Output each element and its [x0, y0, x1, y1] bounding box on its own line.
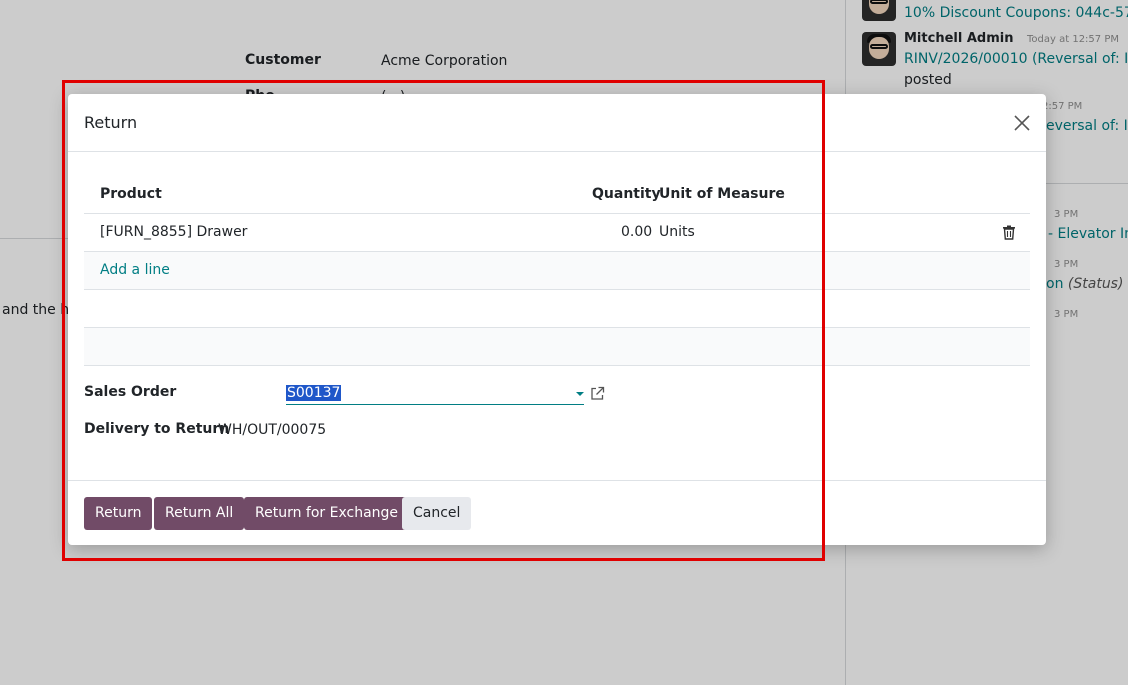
sales-order-value[interactable]: S00137 [286, 385, 342, 401]
quantity-cell[interactable]: 0.00 [621, 224, 652, 240]
product-cell[interactable]: [FURN_8855] Drawer [100, 224, 247, 240]
table-row[interactable]: [FURN_8855] Drawer 0.00 Units [84, 214, 1030, 252]
add-line-link[interactable]: Add a line [100, 262, 170, 278]
trash-icon[interactable] [1002, 225, 1016, 240]
chevron-down-icon[interactable] [576, 392, 584, 396]
column-header-product[interactable]: Product [100, 186, 162, 202]
modal-footer: Return Return All Return for Exchange Ca… [68, 480, 1046, 546]
return-all-button[interactable]: Return All [154, 497, 245, 530]
column-header-uom[interactable]: Unit of Measure [659, 186, 785, 202]
return-button[interactable]: Return [84, 497, 153, 530]
modal-title: Return [84, 113, 138, 132]
sales-order-label: Sales Order [84, 384, 177, 400]
return-dialog: Return Product Quantity Unit of Measure … [68, 94, 1046, 545]
external-link-icon[interactable] [590, 386, 605, 401]
table-row-empty [84, 328, 1030, 366]
table-row-empty [84, 290, 1030, 328]
delivery-value: WH/OUT/00075 [218, 422, 327, 438]
table-header: Product Quantity Unit of Measure [84, 175, 1030, 214]
cancel-button[interactable]: Cancel [402, 497, 472, 530]
add-line-row: Add a line [84, 252, 1030, 290]
delivery-label: Delivery to Return [84, 421, 230, 437]
return-for-exchange-button[interactable]: Return for Exchange [244, 497, 410, 530]
sales-order-input[interactable]: S00137 [286, 383, 584, 405]
modal-header: Return [68, 94, 1046, 152]
close-icon[interactable] [1011, 112, 1033, 134]
uom-cell[interactable]: Units [659, 224, 695, 240]
column-header-quantity[interactable]: Quantity [592, 186, 661, 202]
